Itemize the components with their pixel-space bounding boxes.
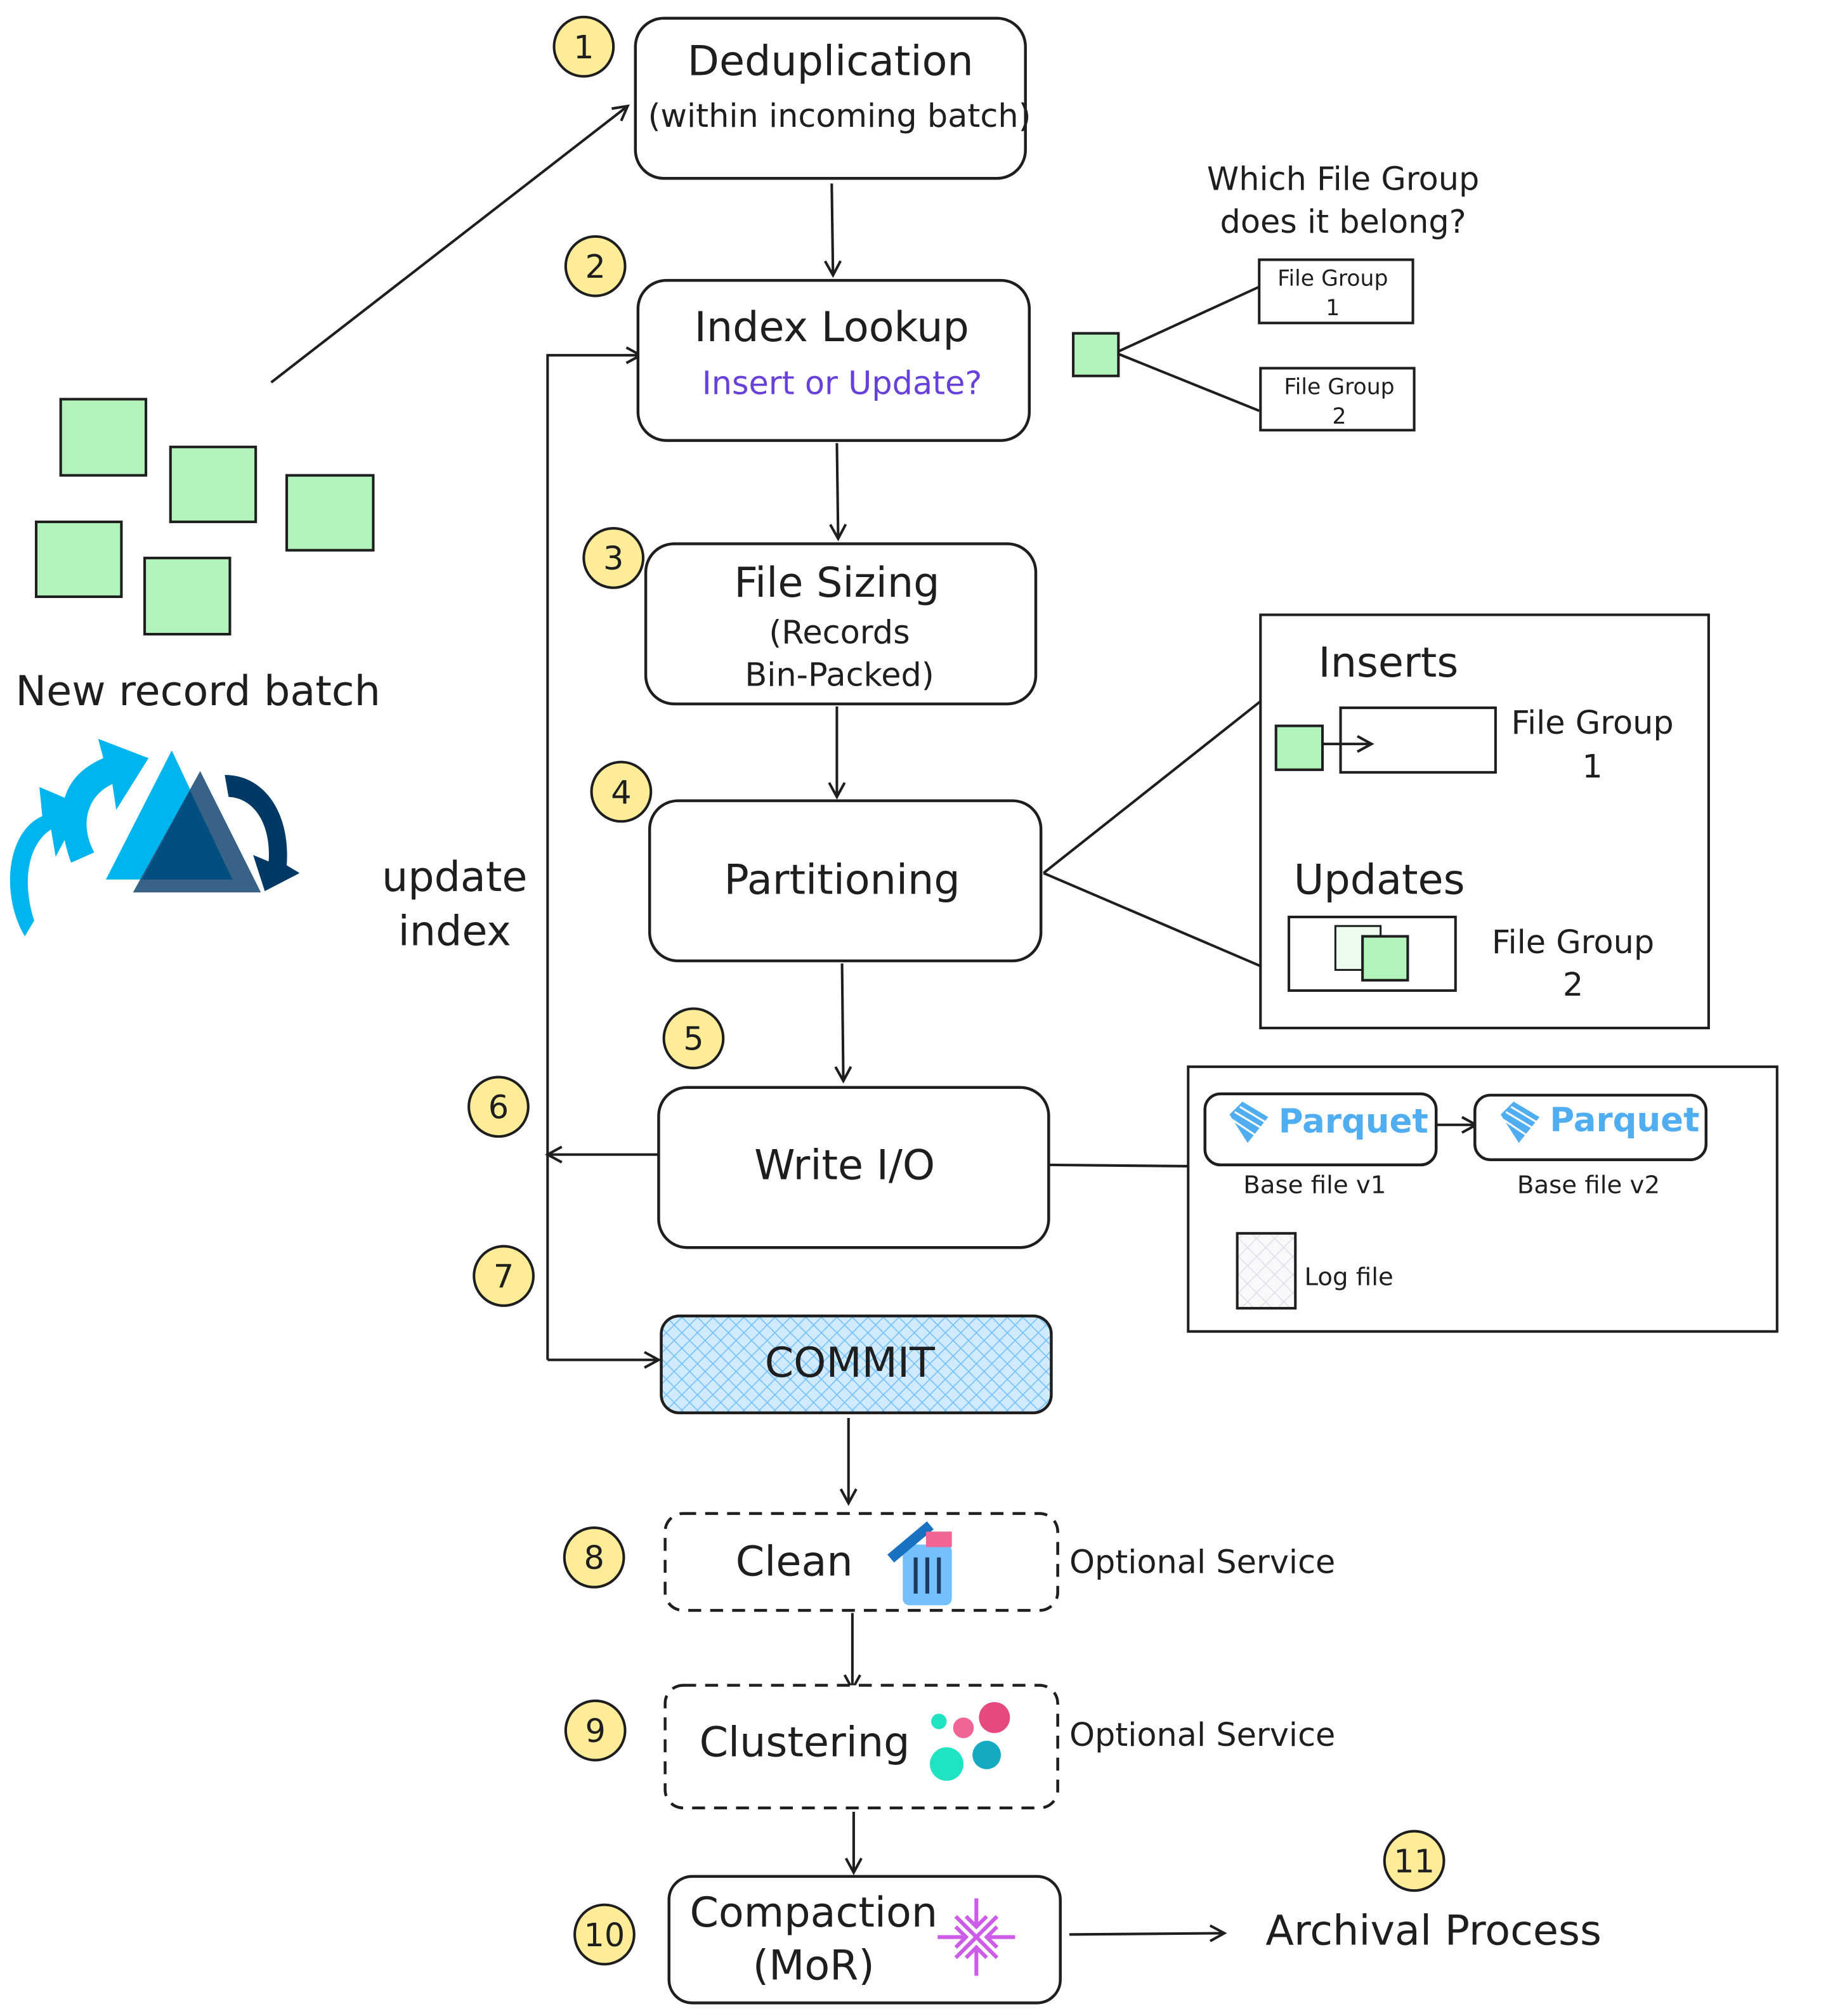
record — [169, 445, 258, 523]
lookup-record — [1072, 332, 1120, 377]
record-batch — [34, 398, 375, 636]
compaction-box: Compaction (MoR) — [667, 1875, 1062, 2005]
step-10-badge: 10 — [584, 1917, 625, 1954]
update-index-label-line2: index — [398, 908, 511, 956]
partition-branch-lines — [1042, 700, 1262, 968]
record — [59, 398, 148, 477]
update-index-label-line1: update — [382, 854, 528, 901]
record — [285, 474, 375, 552]
commit-box: COMMIT — [660, 1314, 1053, 1415]
write-io-title: Write I/O — [754, 1141, 935, 1189]
parquet-wordmark: Parquet — [1279, 1102, 1428, 1141]
fg2-number: 2 — [1332, 404, 1346, 429]
log-file-icon — [1236, 1232, 1297, 1310]
inserts-fg-number: 1 — [1582, 748, 1602, 786]
clustering-box: Clustering — [663, 1684, 1059, 1810]
update-record — [1361, 935, 1409, 982]
inserts-label: Inserts — [1318, 639, 1458, 687]
step-8-badge: 8 — [584, 1540, 604, 1577]
step-3-badge: 3 — [603, 540, 623, 578]
clean-box: Clean — [663, 1512, 1059, 1612]
parquet-wordmark: Parquet — [1550, 1101, 1699, 1140]
updates-label: Updates — [1294, 856, 1465, 904]
write-io-box: Write I/O — [657, 1086, 1050, 1249]
file-sizing-title: File Sizing — [734, 559, 939, 607]
insert-record — [1274, 724, 1324, 771]
step-7-badge: 7 — [493, 1258, 514, 1296]
lookup-question-line2: does it belong? — [1220, 204, 1466, 241]
file-sizing-sub2: Bin-Packed) — [745, 656, 934, 694]
step-2-badge: 2 — [585, 249, 605, 286]
inserts-fg-label: File Group — [1511, 705, 1673, 742]
base-file-v2-label: Base file v2 — [1517, 1171, 1660, 1200]
step-4-badge: 4 — [611, 774, 631, 812]
dedup-sub: (within incoming batch) — [648, 98, 1031, 135]
compaction-title: Compaction — [689, 1889, 937, 1937]
fg1-number: 1 — [1326, 296, 1340, 321]
flow-arrow — [837, 443, 838, 539]
flow-arrow — [842, 963, 844, 1081]
parquet-base-v1: Parquet — [1203, 1092, 1438, 1167]
dedup-box: Deduplication (within incoming batch) — [634, 16, 1031, 180]
batch-label: New record batch — [15, 668, 380, 715]
index-lookup-box: Index Lookup Insert or Update? — [636, 278, 1031, 442]
lookup-file-group-1: File Group 1 — [1258, 258, 1414, 325]
write-panel: Parquet Parquet Base file v1 Base file v… — [1187, 1065, 1779, 1333]
step-6-badge: 6 — [488, 1089, 509, 1127]
write-panel-line — [1048, 1163, 1189, 1167]
to-archival-arrow — [1069, 1933, 1224, 1934]
fg1-label: File Group — [1277, 266, 1388, 291]
updates-fg-number: 2 — [1563, 966, 1583, 1004]
partitioning-title: Partitioning — [724, 856, 960, 904]
partitioning-box: Partitioning — [648, 799, 1043, 963]
base-file-v1-label: Base file v1 — [1243, 1171, 1386, 1200]
fg2-label: File Group — [1284, 374, 1394, 400]
dedup-title: Deduplication — [688, 37, 974, 85]
lookup-question-line1: Which File Group — [1207, 161, 1479, 198]
step-5-badge: 5 — [683, 1021, 703, 1058]
clustering-optional-note: Optional Service — [1069, 1717, 1335, 1754]
partition-panel: Inserts File Group 1 Updates File Group … — [1259, 613, 1710, 1030]
lookup-file-group-2: File Group 2 — [1259, 367, 1416, 432]
commit-title: COMMIT — [765, 1339, 935, 1387]
hudi-logo — [10, 738, 300, 937]
index-lookup-title: Index Lookup — [695, 304, 969, 351]
clean-optional-note: Optional Service — [1069, 1544, 1335, 1581]
file-sizing-sub1: (Records — [769, 614, 910, 651]
update-index-arrow — [546, 355, 641, 1360]
record — [143, 556, 232, 636]
parquet-base-v2: Parquet — [1473, 1093, 1708, 1161]
flow-arrow — [832, 183, 833, 275]
clustering-title: Clustering — [700, 1719, 910, 1766]
archival-process-label: Archival Process — [1265, 1908, 1602, 1955]
index-lookup-sub: Insert or Update? — [702, 365, 982, 402]
lookup-branch-lines — [1118, 285, 1260, 412]
record — [34, 520, 123, 599]
log-file-label: Log file — [1305, 1263, 1393, 1291]
step-1-badge: 1 — [573, 29, 594, 67]
clean-title: Clean — [736, 1538, 853, 1585]
compaction-sub: (MoR) — [753, 1942, 875, 1990]
file-sizing-box: File Sizing (Records Bin-Packed) — [644, 542, 1038, 706]
step-11-badge: 11 — [1393, 1844, 1435, 1881]
hudi-write-pipeline-diagram: New record batch update index 1 2 3 4 5 … — [10, 15, 1779, 2005]
step-9-badge: 9 — [585, 1713, 605, 1750]
updates-fg-label: File Group — [1492, 924, 1654, 961]
